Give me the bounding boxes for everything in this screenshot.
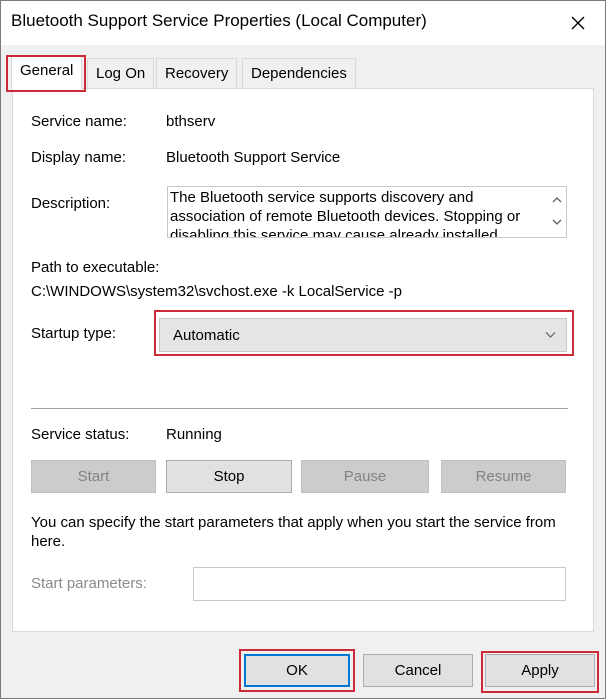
general-panel: Service name: bthserv Display name: Blue… xyxy=(12,88,594,632)
apply-button[interactable]: Apply xyxy=(485,654,595,687)
start-button-label: Start xyxy=(77,468,110,485)
chevron-up-icon[interactable] xyxy=(552,195,562,205)
pause-button[interactable]: Pause xyxy=(301,460,429,493)
tab-recovery[interactable]: Recovery xyxy=(156,58,238,88)
start-params-input[interactable] xyxy=(193,567,566,601)
path-label: Path to executable: xyxy=(31,259,160,276)
ok-button[interactable]: OK xyxy=(244,654,350,687)
service-status-value: Running xyxy=(166,426,222,443)
path-value: C:\WINDOWS\system32\svchost.exe -k Local… xyxy=(31,283,402,300)
start-button[interactable]: Start xyxy=(31,460,156,493)
display-name-label: Display name: xyxy=(31,149,127,166)
startup-type-label: Startup type: xyxy=(31,325,117,342)
tab-recovery-label: Recovery xyxy=(165,65,229,82)
startup-type-value: Automatic xyxy=(173,327,240,344)
window-title: Bluetooth Support Service Properties (Lo… xyxy=(11,11,427,30)
tab-general[interactable]: General xyxy=(11,55,83,89)
stop-button-label: Stop xyxy=(213,468,245,485)
cancel-button[interactable]: Cancel xyxy=(363,654,473,687)
display-name-value: Bluetooth Support Service xyxy=(166,149,341,166)
description-text: The Bluetooth service supports discovery… xyxy=(170,189,521,238)
start-params-label: Start parameters: xyxy=(31,575,147,592)
start-params-help-text: You can specify the start parameters tha… xyxy=(31,514,556,550)
pause-button-label: Pause xyxy=(343,468,387,485)
description-label: Description: xyxy=(31,195,111,212)
close-icon xyxy=(571,16,585,30)
service-status-label: Service status: xyxy=(31,426,130,443)
service-name-label: Service name: xyxy=(31,113,127,130)
stop-button[interactable]: Stop xyxy=(166,460,292,493)
tab-log-on[interactable]: Log On xyxy=(87,58,155,88)
chevron-down-icon xyxy=(545,332,556,338)
tab-log-on-label: Log On xyxy=(96,65,146,82)
title-bar: Bluetooth Support Service Properties (Lo… xyxy=(1,1,605,45)
description-scrollbar[interactable] xyxy=(548,187,566,237)
tab-dependencies-label: Dependencies xyxy=(251,65,347,82)
cancel-button-label: Cancel xyxy=(394,662,442,679)
chevron-down-icon[interactable] xyxy=(552,217,562,227)
description-textbox[interactable]: The Bluetooth service supports discovery… xyxy=(167,186,567,238)
close-button[interactable] xyxy=(551,1,605,45)
ok-button-label: OK xyxy=(286,662,308,679)
apply-button-label: Apply xyxy=(521,662,559,679)
service-name-value: bthserv xyxy=(166,113,216,130)
resume-button[interactable]: Resume xyxy=(441,460,566,493)
startup-type-select[interactable]: Automatic xyxy=(159,318,567,352)
tab-general-label: General xyxy=(20,62,74,79)
resume-button-label: Resume xyxy=(475,468,532,485)
properties-dialog: Bluetooth Support Service Properties (Lo… xyxy=(0,0,606,699)
section-divider xyxy=(31,408,568,409)
tab-dependencies[interactable]: Dependencies xyxy=(242,58,356,88)
